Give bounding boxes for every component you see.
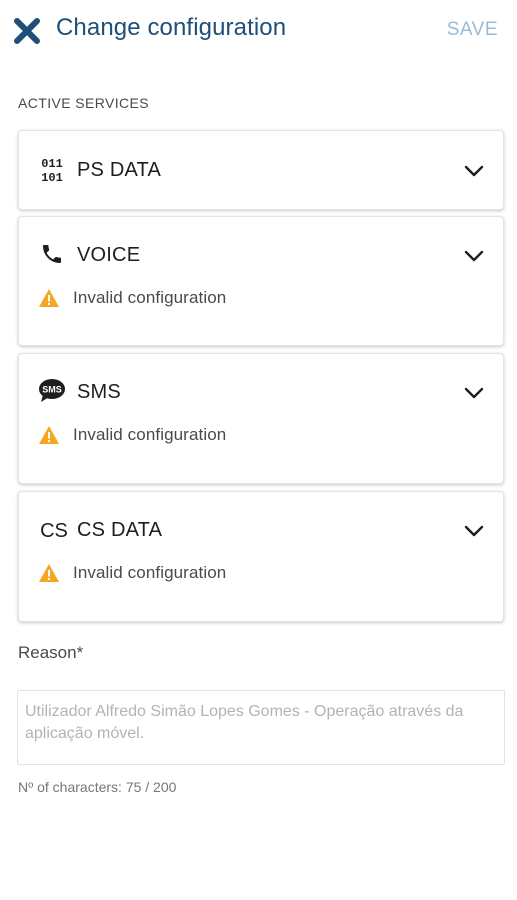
service-card-voice: VOICE Invalid configuration (18, 216, 504, 346)
chevron-down-icon[interactable] (464, 386, 484, 400)
character-count: Nº of characters: 75 / 200 (18, 779, 177, 795)
cs-icon-text: CS (40, 519, 68, 542)
service-card-cs-data: CS CS DATA Invalid configuration (18, 491, 504, 622)
warning-text: Invalid configuration (73, 425, 227, 444)
warning-row: Invalid configuration (38, 424, 226, 446)
warning-text: Invalid configuration (73, 563, 227, 582)
section-label-active-services: ACTIVE SERVICES (18, 95, 150, 111)
service-card-header[interactable]: VOICE (19, 217, 503, 295)
binary-icon-bottom: 101 (41, 171, 63, 185)
reason-label: Reason* (18, 643, 84, 662)
close-button[interactable] (13, 17, 41, 45)
service-card-header[interactable]: CS CS DATA (19, 492, 503, 570)
binary-data-icon: 011 101 (38, 155, 66, 185)
service-label: PS DATA (77, 159, 162, 181)
warning-row: Invalid configuration (38, 562, 226, 584)
close-x-icon (14, 18, 40, 44)
service-label: SMS (77, 381, 121, 403)
app-header: Change configuration SAVE (0, 0, 517, 62)
cs-text-icon: CS (38, 516, 70, 546)
service-label: CS DATA (77, 519, 163, 541)
sms-bubble-icon: SMS (38, 376, 66, 406)
warning-icon (39, 426, 59, 444)
warning-row: Invalid configuration (38, 287, 226, 309)
reason-textarea[interactable] (17, 690, 505, 765)
phone-icon (38, 239, 66, 269)
warning-text: Invalid configuration (73, 288, 227, 307)
binary-icon-top: 011 (41, 157, 63, 171)
service-card-ps-data: 011 101 PS DATA (18, 130, 504, 210)
chevron-down-icon[interactable] (464, 249, 484, 263)
page-title: Change configuration (56, 14, 287, 41)
warning-icon (39, 289, 59, 307)
service-label: VOICE (77, 244, 141, 266)
chevron-down-icon[interactable] (464, 524, 484, 538)
service-card-header[interactable]: SMS SMS (19, 354, 503, 432)
save-button[interactable]: SAVE (447, 19, 498, 41)
service-card-sms: SMS SMS Invalid configuration (18, 353, 504, 484)
warning-icon (39, 564, 59, 582)
sms-icon-text: SMS (42, 385, 62, 395)
chevron-down-icon[interactable] (464, 164, 484, 178)
service-card-header[interactable]: 011 101 PS DATA (19, 131, 503, 209)
